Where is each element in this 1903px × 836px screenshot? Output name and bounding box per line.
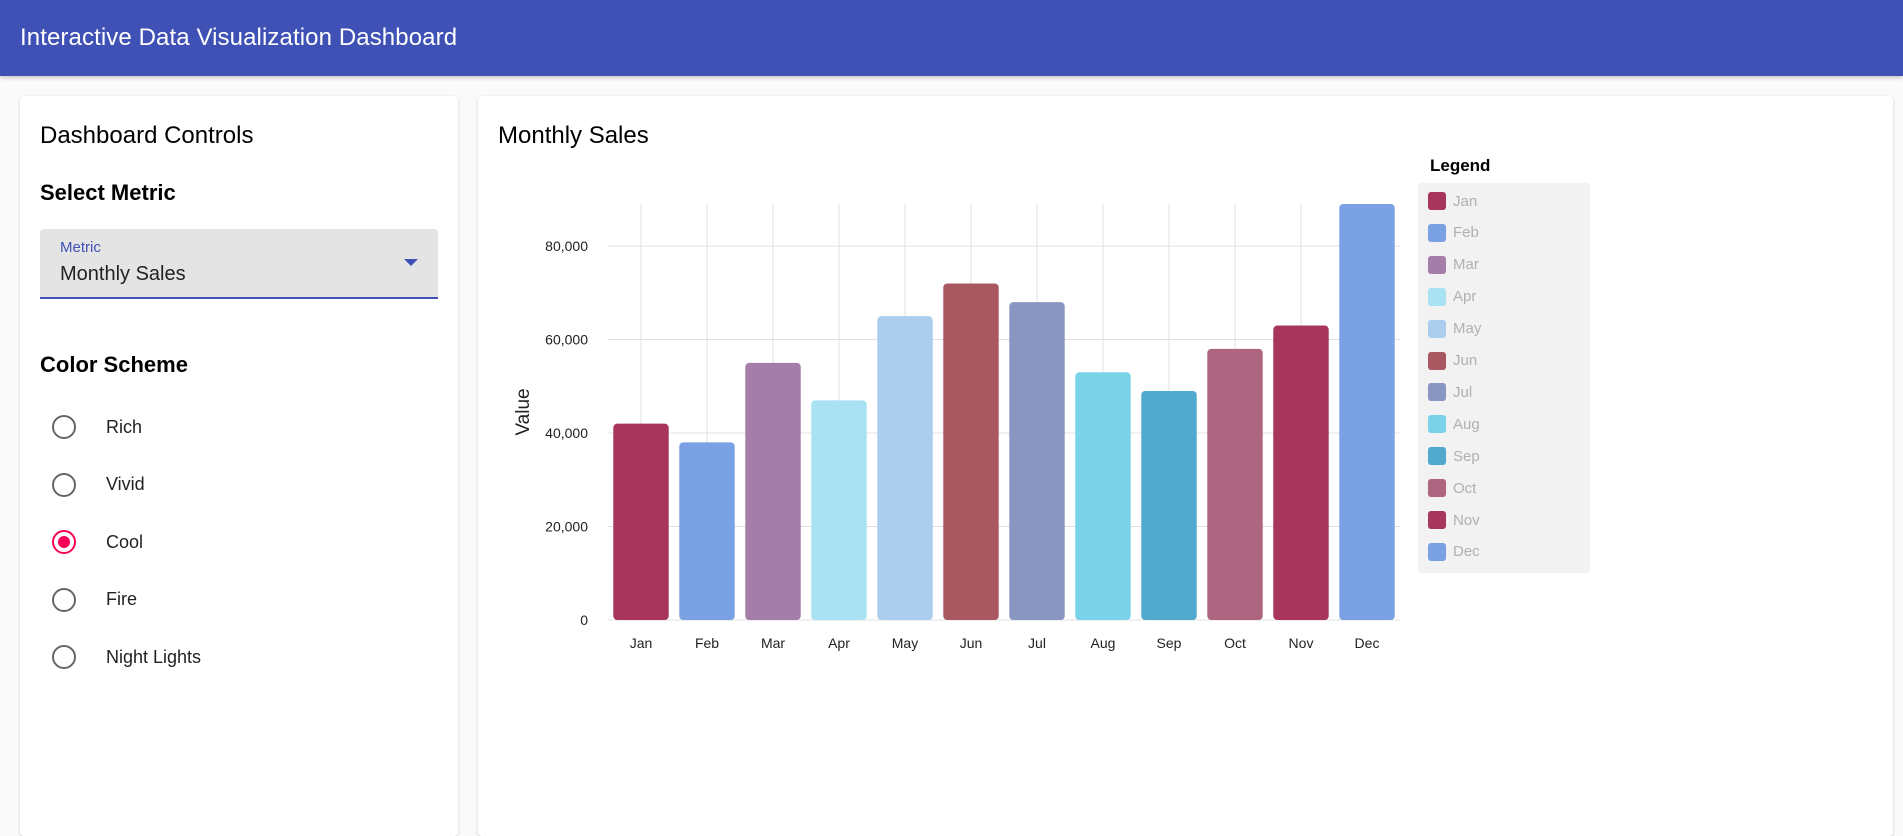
legend-item-dec[interactable]: Dec — [1428, 542, 1480, 562]
chart-panel: Monthly Sales 0 20,000 40,000 60,000 80,000 J… — [478, 96, 1893, 836]
legend: Jan Feb Mar Apr May Jun Jul Aug Sep Oct Nov Dec — [1418, 183, 1590, 573]
legend-label: Dec — [1453, 543, 1480, 561]
radio-option-fire[interactable]: Fire — [52, 585, 137, 615]
y-tick-label: 0 — [580, 612, 588, 628]
radio-checked-icon[interactable] — [52, 530, 76, 554]
dropdown-arrow-icon[interactable] — [404, 259, 418, 266]
bar-apr[interactable] — [811, 400, 867, 620]
legend-label: Mar — [1453, 256, 1479, 274]
radio-option-night-lights[interactable]: Night Lights — [52, 642, 201, 672]
color-scheme-heading: Color Scheme — [40, 352, 188, 377]
bar-jul[interactable] — [1009, 302, 1065, 620]
x-tick-label: Jul — [1028, 635, 1046, 651]
legend-swatch — [1428, 479, 1446, 498]
bar-jan[interactable] — [613, 423, 669, 620]
y-axis-title: Value — [513, 388, 534, 435]
x-tick-label: Oct — [1224, 635, 1246, 651]
x-tick-label: Dec — [1355, 635, 1380, 651]
x-tick-label: Jan — [630, 635, 653, 651]
legend-item-jul[interactable]: Jul — [1428, 382, 1472, 402]
metric-heading: Select Metric — [40, 180, 176, 205]
x-tick-label: Aug — [1091, 635, 1116, 651]
radio-unchecked-icon[interactable] — [52, 587, 76, 612]
legend-label: Jun — [1453, 352, 1478, 369]
legend-swatch — [1428, 511, 1446, 529]
app-title: Interactive Data Visualization Dashboard — [20, 24, 458, 51]
legend-swatch — [1428, 223, 1446, 242]
legend-swatch — [1428, 415, 1446, 434]
radio-label: Fire — [106, 589, 137, 609]
bar-dec[interactable] — [1339, 204, 1395, 620]
x-tick-label: Nov — [1289, 635, 1314, 651]
bar-chart: 0 20,000 40,000 60,000 80,000 Jan Feb Mar Apr May… — [513, 204, 1400, 651]
legend-label: Jul — [1453, 383, 1473, 401]
y-tick-label: 20,000 — [545, 519, 588, 535]
legend-swatch — [1428, 192, 1446, 210]
legend-swatch — [1428, 383, 1446, 402]
legend-item-jun[interactable]: Jun — [1428, 351, 1477, 371]
legend-swatch — [1428, 287, 1446, 306]
legend-label: Nov — [1453, 511, 1480, 529]
x-tick-label: May — [892, 635, 918, 651]
legend-item-feb[interactable]: Feb — [1428, 223, 1479, 243]
legend-item-nov[interactable]: Nov — [1428, 510, 1480, 530]
x-tick-label: Jun — [960, 635, 983, 651]
chart-title: Monthly Sales — [498, 122, 649, 149]
legend-item-apr[interactable]: Apr — [1428, 287, 1476, 307]
controls-title: Dashboard Controls — [40, 122, 254, 149]
app-bar: Interactive Data Visualization Dashboard — [0, 0, 1903, 76]
y-tick-label: 80,000 — [545, 238, 588, 254]
bar-sep[interactable] — [1141, 390, 1197, 620]
bar-mar[interactable] — [745, 362, 801, 620]
radio-option-cool[interactable]: Cool — [52, 527, 143, 557]
legend-swatch — [1428, 351, 1446, 370]
legend-label: May — [1453, 320, 1482, 338]
legend-label: Oct — [1453, 479, 1477, 497]
metric-select[interactable]: Metric Monthly Sales — [40, 229, 438, 299]
x-tick-label: Feb — [695, 635, 719, 651]
radio-label: Rich — [106, 416, 143, 437]
bar-feb[interactable] — [679, 442, 735, 620]
metric-select-value: Monthly Sales — [60, 263, 186, 285]
legend-item-aug[interactable]: Aug — [1428, 414, 1480, 434]
legend-swatch — [1428, 255, 1446, 274]
legend-label: Sep — [1453, 447, 1480, 465]
legend-item-jan[interactable]: Jan — [1428, 191, 1477, 211]
y-tick-label: 40,000 — [545, 425, 588, 441]
legend-label: Apr — [1453, 288, 1477, 306]
legend-label: Jan — [1453, 192, 1478, 210]
x-tick-label: Mar — [761, 635, 785, 651]
radio-label: Night Lights — [106, 646, 202, 667]
bar-may[interactable] — [877, 316, 933, 620]
legend-item-mar[interactable]: Mar — [1428, 255, 1479, 275]
legend-item-may[interactable]: May — [1428, 319, 1481, 339]
radio-unchecked-icon[interactable] — [52, 472, 76, 497]
y-tick-label: 60,000 — [545, 332, 588, 348]
radio-label: Vivid — [106, 474, 145, 494]
legend-label: Feb — [1453, 224, 1479, 242]
radio-unchecked-icon[interactable] — [52, 645, 76, 669]
radio-unchecked-icon[interactable] — [52, 415, 76, 439]
legend-label: Aug — [1453, 415, 1480, 433]
metric-select-label: Metric — [60, 239, 101, 256]
radio-option-rich[interactable]: Rich — [52, 412, 142, 442]
x-tick-label: Sep — [1157, 635, 1182, 651]
controls-panel: Dashboard Controls Select Metric Metric … — [20, 96, 458, 836]
radio-option-vivid[interactable]: Vivid — [52, 470, 145, 500]
legend-title: Legend — [1430, 156, 1491, 175]
legend-swatch — [1428, 447, 1446, 466]
legend-item-sep[interactable]: Sep — [1428, 446, 1480, 466]
radio-label: Cool — [106, 531, 144, 552]
legend-swatch — [1428, 542, 1446, 561]
legend-item-oct[interactable]: Oct — [1428, 478, 1476, 498]
bar-oct[interactable] — [1207, 348, 1263, 620]
bar-aug[interactable] — [1075, 372, 1131, 620]
x-tick-label: Apr — [828, 635, 850, 651]
bar-jun[interactable] — [943, 283, 999, 620]
bar-nov[interactable] — [1273, 325, 1329, 620]
legend-swatch — [1428, 319, 1446, 338]
